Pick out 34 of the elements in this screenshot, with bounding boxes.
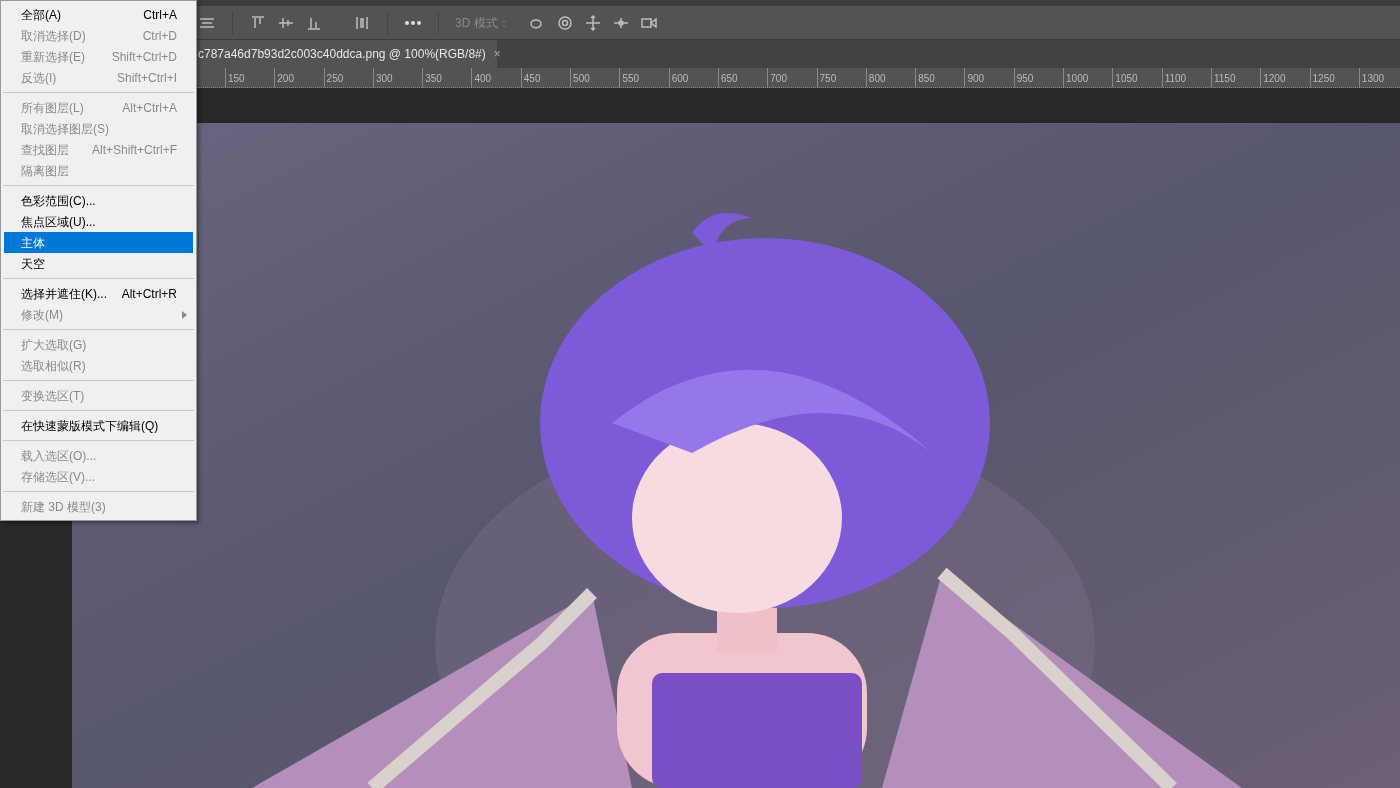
menu-item[interactable]: 天空 xyxy=(4,253,193,274)
ruler-label: 550 xyxy=(621,72,640,86)
ruler-label: 350 xyxy=(424,72,442,86)
ruler-label: 1200 xyxy=(1262,72,1286,86)
ruler-label: 1300 xyxy=(1360,72,1385,86)
ruler-label: 900 xyxy=(966,72,985,86)
ruler-label: 1100 xyxy=(1163,72,1187,86)
ruler-label: 700 xyxy=(769,72,787,86)
ruler-label: 750 xyxy=(818,72,837,86)
ruler-label: 1000 xyxy=(1065,72,1089,86)
menu-item[interactable]: 主体 xyxy=(4,232,193,253)
ruler-label: 800 xyxy=(867,72,886,86)
ruler-label: 500 xyxy=(572,72,590,86)
ruler-label: 850 xyxy=(917,72,935,86)
menu-item[interactable]: 色彩范围(C)... xyxy=(4,190,193,211)
ruler-label: 650 xyxy=(719,72,738,86)
roll-icon[interactable] xyxy=(555,13,574,32)
ruler-label: 600 xyxy=(670,72,689,86)
menu-item[interactable]: 在快速蒙版模式下编辑(Q) xyxy=(4,415,193,436)
ruler-label: 300 xyxy=(374,72,393,86)
ruler-label: 1050 xyxy=(1114,72,1138,86)
ruler-label: 450 xyxy=(522,72,541,86)
ruler-label: 200 xyxy=(276,72,294,86)
pan-icon[interactable] xyxy=(583,13,602,32)
more-icon[interactable] xyxy=(404,19,422,26)
ruler-label: 1150 xyxy=(1212,72,1236,86)
menu-item[interactable]: 选择并遮住(K)... Alt+Ctrl+R xyxy=(4,283,193,304)
ruler-label: 950 xyxy=(1015,72,1034,86)
ruler-label: 250 xyxy=(325,72,344,86)
ruler-label: 400 xyxy=(473,72,492,86)
menu-item[interactable]: 焦点区域(U)... xyxy=(4,211,193,232)
ruler-label: 150 xyxy=(227,72,245,86)
menu-item[interactable]: 全部(A) Ctrl+A xyxy=(4,4,193,25)
ruler-label: 1250 xyxy=(1311,72,1335,86)
